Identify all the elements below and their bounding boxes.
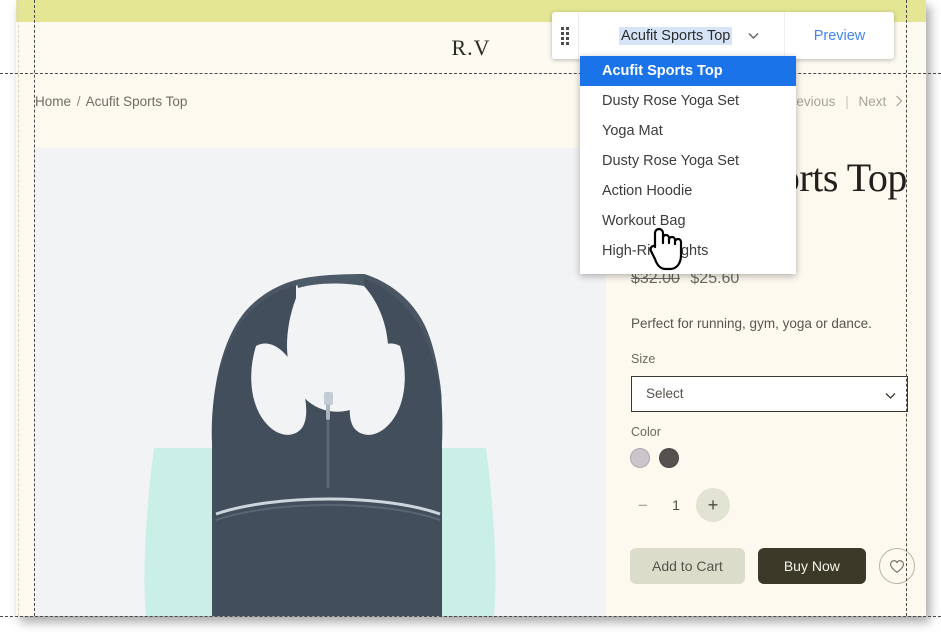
next-product-link[interactable]: Next	[858, 94, 886, 109]
heart-icon	[889, 559, 904, 573]
quantity-stepper: − 1 +	[630, 488, 730, 522]
guide-line-bottom	[0, 616, 941, 617]
product-actions: Add to Cart Buy Now	[630, 548, 915, 584]
drag-dots-icon[interactable]	[552, 12, 578, 59]
add-to-cart-button[interactable]: Add to Cart	[630, 548, 745, 584]
product-pagination: Previous | Next	[783, 94, 904, 109]
quantity-increase-button[interactable]: +	[696, 488, 730, 522]
chevron-down-icon	[884, 389, 896, 400]
product-picker-select[interactable]: Acufit Sports Top	[579, 12, 784, 59]
pagination-separator: |	[845, 94, 849, 109]
color-swatch-charcoal[interactable]	[659, 448, 679, 468]
quantity-decrease-button[interactable]: −	[630, 492, 656, 518]
product-option[interactable]: High-Rise Tights	[580, 236, 796, 266]
chevron-down-icon	[747, 29, 760, 42]
wishlist-button[interactable]	[878, 548, 915, 584]
product-option[interactable]: Acufit Sports Top	[580, 56, 796, 86]
color-swatch-group	[630, 448, 679, 468]
quantity-value: 1	[672, 497, 680, 513]
size-select[interactable]: Select	[631, 376, 908, 412]
chevron-right-icon	[895, 95, 904, 110]
buy-now-button[interactable]: Buy Now	[757, 548, 866, 584]
breadcrumb-home-link[interactable]: Home	[35, 94, 71, 109]
size-select-value: Select	[646, 386, 684, 401]
editor-canvas: R.V Home / Acufit Sports Top Previous | …	[0, 0, 941, 632]
product-gallery[interactable]	[34, 148, 606, 616]
product-description: Perfect for running, gym, yoga or dance.	[631, 316, 872, 331]
product-option[interactable]: Dusty Rose Yoga Set	[580, 146, 796, 176]
product-photo	[34, 148, 606, 616]
preview-button[interactable]: Preview	[785, 12, 894, 59]
editor-toolbar: Acufit Sports Top Preview	[552, 12, 894, 59]
product-picker-dropdown[interactable]: Acufit Sports Top Dusty Rose Yoga Set Yoga…	[580, 56, 796, 274]
product-picker-value: Acufit Sports Top	[619, 26, 733, 45]
size-label: Size	[631, 352, 656, 366]
color-label: Color	[631, 425, 661, 439]
product-option[interactable]: Dusty Rose Yoga Set	[580, 86, 796, 116]
breadcrumb: Home / Acufit Sports Top	[35, 94, 187, 109]
product-option[interactable]: Action Hoodie	[580, 176, 796, 206]
color-swatch-light-lilac[interactable]	[630, 448, 650, 468]
product-option[interactable]: Workout Bag	[580, 206, 796, 236]
product-option[interactable]: Yoga Mat	[580, 116, 796, 146]
breadcrumb-current: Acufit Sports Top	[85, 94, 188, 109]
breadcrumb-separator: /	[76, 94, 81, 109]
